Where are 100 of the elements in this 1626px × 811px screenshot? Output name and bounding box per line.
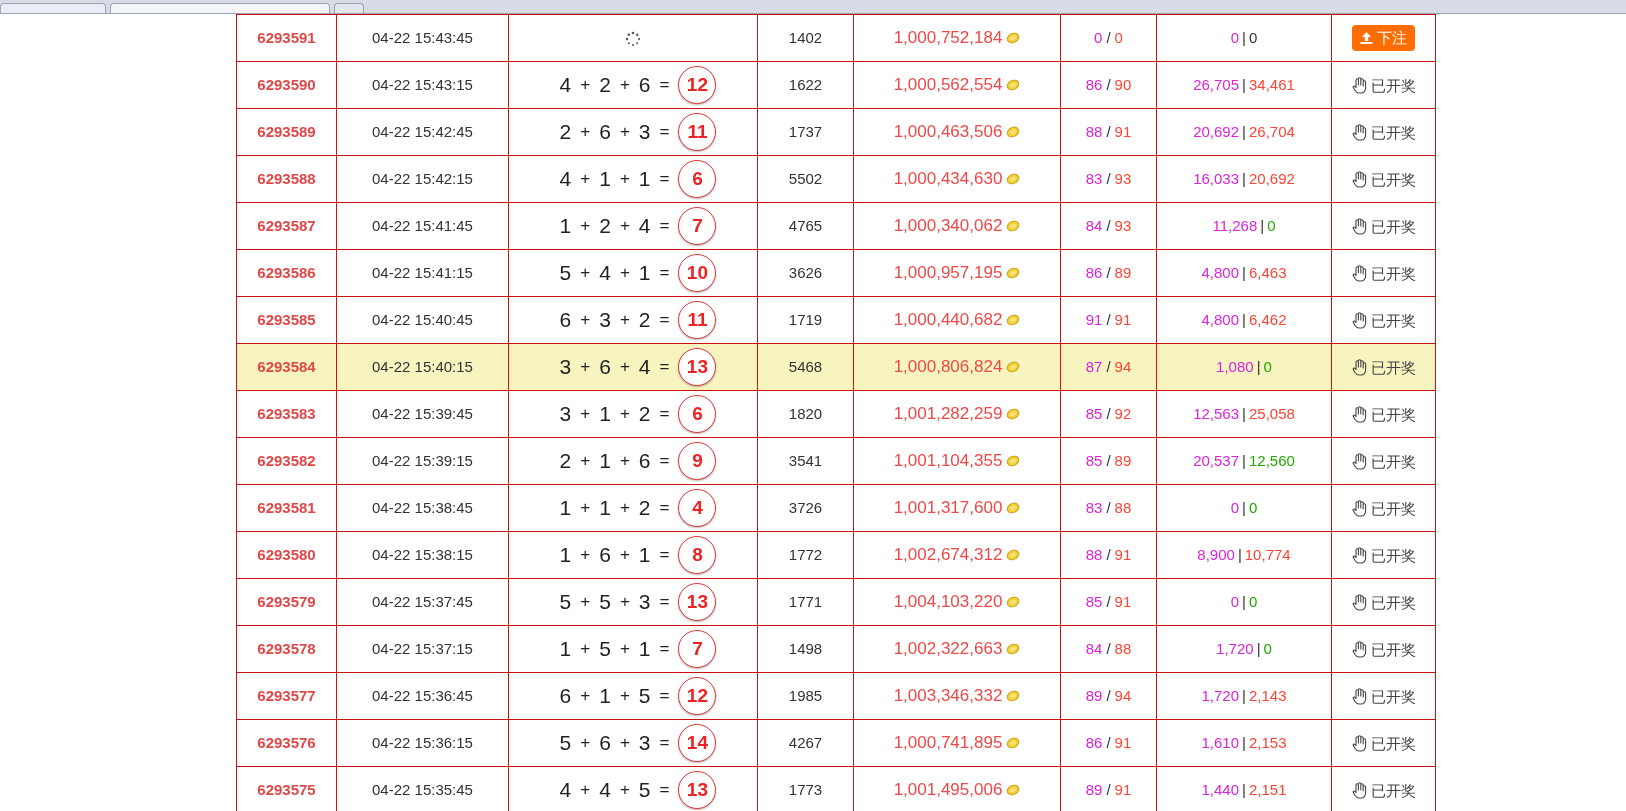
bet-amount: 0 (1230, 29, 1240, 46)
operator-sign: + (619, 497, 630, 520)
hand-icon (1351, 688, 1367, 706)
operator-sign: + (580, 403, 591, 426)
operator-sign: = (659, 356, 670, 379)
separator: / (1106, 76, 1111, 93)
issue-number: 6293579 (257, 593, 316, 610)
coin-icon (1006, 267, 1021, 279)
hand-icon (1351, 641, 1367, 659)
count-value: 91 (1114, 311, 1132, 328)
count-value: 91 (1114, 781, 1132, 798)
bet-amount: 6,462 (1248, 311, 1287, 328)
coin-icon (1006, 32, 1021, 44)
draw-time: 04-22 15:36:45 (372, 687, 473, 704)
dice-number: 2 (638, 307, 651, 334)
dice-number: 1 (599, 448, 611, 475)
draw-time: 04-22 15:38:45 (372, 499, 473, 516)
player-count: 1773 (788, 781, 823, 798)
separator: / (1106, 170, 1111, 187)
count-value: 86 (1085, 76, 1103, 93)
separator: / (1106, 640, 1111, 657)
separator: / (1106, 593, 1111, 610)
dice-number: 5 (599, 589, 611, 616)
bet-amount: 0 (1267, 217, 1276, 234)
count-value: 85 (1085, 593, 1103, 610)
pool-amount: 1,000,741,895 (893, 733, 1003, 753)
drawn-status: 已开奖 (1370, 217, 1416, 235)
operator-sign: = (659, 685, 670, 708)
separator: / (1106, 123, 1111, 140)
operator-sign: + (580, 779, 591, 802)
dice-number: 3 (559, 401, 572, 428)
operator-sign: = (659, 779, 670, 802)
operator-sign: = (659, 638, 670, 661)
draw-time: 04-22 15:40:15 (372, 358, 473, 375)
dice-number: 5 (638, 683, 651, 710)
bet-amount: 4,800 (1201, 264, 1240, 281)
dice-number: 2 (638, 495, 651, 522)
drawn-status: 已开奖 (1370, 546, 1416, 564)
count-value: 83 (1085, 499, 1103, 516)
count-value: 91 (1114, 123, 1132, 140)
coin-icon (1006, 220, 1021, 232)
coin-icon (1006, 79, 1021, 91)
dice-number: 2 (559, 119, 572, 146)
coin-icon (1006, 690, 1021, 702)
operator-sign: + (619, 356, 630, 379)
hand-icon (1351, 124, 1367, 142)
operator-sign: + (580, 356, 591, 379)
issue-number: 6293582 (257, 452, 316, 469)
loading-spinner-icon (625, 30, 641, 47)
operator-sign: + (619, 591, 630, 614)
operator-sign: = (659, 544, 670, 567)
dice-number: 2 (559, 448, 572, 475)
operator-sign: + (580, 168, 591, 191)
hand-icon (1351, 735, 1367, 753)
browser-tab[interactable] (0, 3, 106, 13)
operator-sign: = (659, 732, 670, 755)
coin-icon (1006, 408, 1021, 420)
bet-amount: 0 (1230, 593, 1240, 610)
count-value: 88 (1085, 123, 1103, 140)
separator: | (1242, 170, 1246, 187)
pool-amount: 1,001,495,006 (893, 780, 1003, 800)
separator: / (1106, 217, 1111, 234)
separator: | (1242, 405, 1246, 422)
dice-number: 4 (599, 260, 611, 287)
bet-amount: 2,143 (1248, 687, 1287, 704)
pool-amount: 1,003,346,332 (893, 686, 1003, 706)
bet-button[interactable]: 下注 (1352, 25, 1415, 51)
player-count: 3541 (788, 452, 823, 469)
count-value: 89 (1085, 781, 1103, 798)
operator-sign: + (619, 168, 630, 191)
pool-amount: 1,000,463,506 (893, 122, 1003, 142)
separator: | (1256, 640, 1261, 657)
dice-number: 5 (599, 636, 611, 663)
new-tab-button[interactable] (334, 3, 364, 13)
issue-number: 6293583 (257, 405, 316, 422)
player-count: 1402 (788, 29, 823, 46)
browser-tab[interactable] (110, 3, 330, 13)
dice-number: 1 (559, 213, 572, 240)
dice-number: 3 (638, 119, 651, 146)
separator: | (1242, 687, 1246, 704)
dice-number: 6 (559, 307, 572, 334)
draw-time: 04-22 15:38:15 (372, 546, 473, 563)
bet-amount: 0 (1248, 499, 1258, 516)
operator-sign: = (659, 168, 670, 191)
drawn-status: 已开奖 (1370, 452, 1416, 470)
pool-amount: 1,001,104,355 (893, 451, 1003, 471)
separator: / (1106, 781, 1111, 798)
drawn-status: 已开奖 (1370, 640, 1416, 658)
issue-number: 6293575 (257, 781, 316, 798)
player-count: 1622 (788, 76, 823, 93)
count-value: 85 (1085, 452, 1103, 469)
operator-sign: = (659, 215, 670, 238)
bet-amount: 10,774 (1244, 546, 1291, 563)
hand-icon (1351, 265, 1367, 283)
pool-amount: 1,000,562,554 (893, 75, 1003, 95)
coin-icon (1006, 173, 1021, 185)
separator: | (1242, 734, 1246, 751)
dice-number: 5 (559, 730, 572, 757)
separator: | (1242, 593, 1246, 610)
separator: | (1242, 311, 1246, 328)
